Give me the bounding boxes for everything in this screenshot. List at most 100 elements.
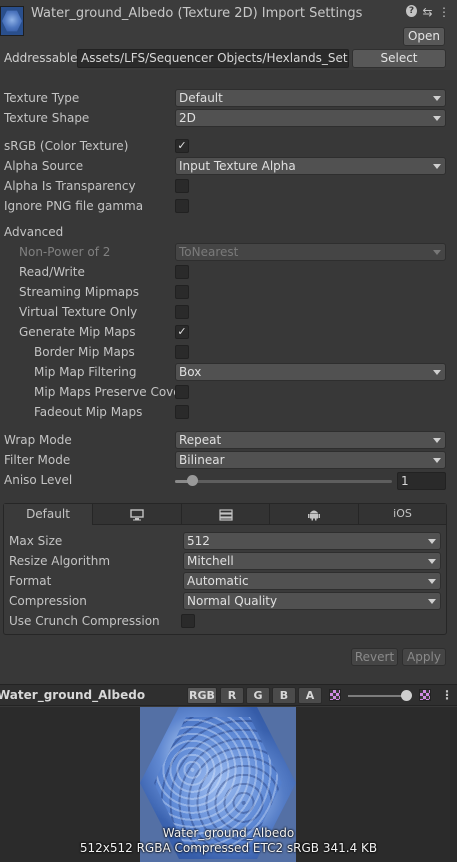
- tab-standalone[interactable]: [93, 504, 182, 525]
- chevron-down-icon: [428, 539, 436, 544]
- alpha-is-transparency-label: Alpha Is Transparency: [4, 179, 136, 193]
- wrap-mode-dropdown[interactable]: Repeat: [175, 431, 446, 449]
- use-crunch-row: Use Crunch Compression: [4, 612, 446, 632]
- help-icon[interactable]: ?: [406, 5, 417, 17]
- chevron-down-icon: [428, 599, 436, 604]
- border-mip-maps-checkbox[interactable]: [175, 345, 189, 359]
- addressable-path-field[interactable]: Assets/LFS/Sequencer Objects/Hexlands_Se…: [77, 49, 349, 68]
- header-icons: ? ⇆ ⋮: [406, 5, 450, 19]
- tab-default[interactable]: Default: [4, 504, 93, 525]
- alpha-source-row: Alpha Source Input Texture Alpha: [0, 157, 457, 177]
- filter-mode-label: Filter Mode: [4, 453, 71, 467]
- inspector-title: Water_ground_Albedo (Texture 2D) Import …: [31, 6, 363, 21]
- revert-button[interactable]: Revert: [351, 648, 398, 666]
- read-write-label: Read/Write: [19, 265, 85, 279]
- aniso-level-slider[interactable]: [175, 480, 392, 483]
- streaming-mipmaps-row: Streaming Mipmaps: [0, 283, 457, 303]
- srgb-checkbox[interactable]: ✓: [175, 139, 189, 153]
- filter-mode-dropdown[interactable]: Bilinear: [175, 451, 446, 469]
- texture-type-dropdown[interactable]: Default: [175, 89, 446, 107]
- alpha-source-dropdown[interactable]: Input Texture Alpha: [175, 157, 446, 175]
- preset-sliders-icon[interactable]: ⇆: [422, 5, 433, 19]
- texture-shape-dropdown[interactable]: 2D: [175, 109, 446, 127]
- mip-map-filtering-row: Mip Map Filtering Box: [0, 363, 457, 383]
- texture-name-label: Water_ground_Albedo: [162, 826, 295, 840]
- server-icon: [218, 508, 233, 521]
- channel-rgb-button[interactable]: RGB: [187, 687, 217, 704]
- use-crunch-checkbox[interactable]: [181, 614, 195, 628]
- mip-maps-preserve-coverage-label: Mip Maps Preserve Cove: [34, 385, 181, 399]
- chevron-down-icon: [428, 559, 436, 564]
- texture-type-row: Texture Type Default: [0, 89, 457, 109]
- compression-dropdown[interactable]: Normal Quality: [183, 592, 441, 610]
- more-vertical-icon[interactable]: ⋮: [441, 688, 453, 702]
- fadeout-mip-maps-label: Fadeout Mip Maps: [34, 405, 143, 419]
- ignore-png-gamma-row: Ignore PNG file gamma: [0, 197, 457, 217]
- streaming-mipmaps-label: Streaming Mipmaps: [19, 285, 140, 299]
- tab-android[interactable]: [270, 504, 359, 525]
- mip-level-slider-thumb[interactable]: [401, 690, 412, 701]
- aniso-level-row: Aniso Level 1: [0, 471, 457, 491]
- chevron-down-icon: [433, 96, 441, 101]
- texture-shape-label: Texture Shape: [4, 111, 90, 125]
- aniso-level-field[interactable]: 1: [397, 472, 446, 490]
- select-button[interactable]: Select: [352, 49, 446, 68]
- mip-level-slider[interactable]: [348, 695, 408, 697]
- mip-small-icon: [329, 689, 341, 701]
- mip-map-filtering-label: Mip Map Filtering: [34, 365, 137, 379]
- android-icon: [308, 510, 320, 521]
- ignore-png-gamma-label: Ignore PNG file gamma: [4, 199, 144, 213]
- monitor-icon: [130, 508, 144, 520]
- non-power-of-2-label: Non-Power of 2: [19, 245, 111, 259]
- addressable-row: Addressable Assets/LFS/Sequencer Objects…: [0, 48, 457, 70]
- alpha-is-transparency-checkbox[interactable]: [175, 179, 189, 193]
- chevron-down-icon: [433, 458, 441, 463]
- more-vertical-icon[interactable]: ⋮: [438, 5, 450, 19]
- preview-title: Water_ground_Albedo: [0, 688, 146, 702]
- format-dropdown[interactable]: Automatic: [183, 572, 441, 590]
- advanced-foldout[interactable]: Advanced: [4, 225, 63, 239]
- srgb-row: sRGB (Color Texture) ✓: [0, 137, 457, 157]
- fadeout-mip-maps-row: Fadeout Mip Maps: [0, 403, 457, 423]
- format-row: Format Automatic: [4, 572, 446, 592]
- streaming-mipmaps-checkbox[interactable]: [175, 285, 189, 299]
- read-write-checkbox[interactable]: [175, 265, 189, 279]
- chevron-down-icon: [433, 370, 441, 375]
- mip-maps-preserve-coverage-row: Mip Maps Preserve Cove: [0, 383, 457, 403]
- platform-settings-panel: Default iOS Max Size 512 Resize Algorith…: [3, 503, 447, 635]
- fadeout-mip-maps-checkbox[interactable]: [175, 405, 189, 419]
- resize-algorithm-row: Resize Algorithm Mitchell: [4, 552, 446, 572]
- channel-g-button[interactable]: G: [246, 687, 270, 704]
- advanced-row: Advanced: [0, 223, 457, 243]
- ignore-png-gamma-checkbox[interactable]: [175, 199, 189, 213]
- non-power-of-2-row: Non-Power of 2 ToNearest: [0, 243, 457, 263]
- border-mip-maps-row: Border Mip Maps: [0, 343, 457, 363]
- max-size-dropdown[interactable]: 512: [183, 532, 441, 550]
- channel-r-button[interactable]: R: [220, 687, 244, 704]
- open-button[interactable]: Open: [403, 27, 445, 46]
- addressable-label[interactable]: Addressable: [4, 51, 77, 65]
- texture-info-label: 512x512 RGBA Compressed ETC2 sRGB 341.4 …: [79, 841, 378, 855]
- virtual-texture-only-checkbox[interactable]: [175, 305, 189, 319]
- resize-algorithm-dropdown[interactable]: Mitchell: [183, 552, 441, 570]
- channel-a-button[interactable]: A: [298, 687, 322, 704]
- platform-tabs: Default iOS: [4, 504, 446, 525]
- use-crunch-label: Use Crunch Compression: [9, 614, 160, 628]
- chevron-down-icon: [428, 579, 436, 584]
- channel-b-button[interactable]: B: [272, 687, 296, 704]
- generate-mip-maps-checkbox[interactable]: ✓: [175, 325, 189, 339]
- virtual-texture-only-label: Virtual Texture Only: [19, 305, 138, 319]
- texture-shape-row: Texture Shape 2D: [0, 109, 457, 129]
- apply-button[interactable]: Apply: [402, 648, 446, 666]
- mip-map-filtering-dropdown[interactable]: Box: [175, 363, 446, 381]
- wrap-mode-label: Wrap Mode: [4, 433, 72, 447]
- mip-maps-preserve-coverage-checkbox[interactable]: [175, 385, 189, 399]
- border-mip-maps-label: Border Mip Maps: [34, 345, 135, 359]
- aniso-level-slider-thumb[interactable]: [187, 475, 198, 486]
- tab-server[interactable]: [182, 504, 270, 525]
- preview-toolbar: Water_ground_Albedo RGB R G B A ⋮: [0, 684, 457, 706]
- resize-algorithm-label: Resize Algorithm: [9, 554, 111, 568]
- mip-large-icon: [419, 689, 431, 701]
- tab-ios[interactable]: iOS: [359, 504, 446, 525]
- texture-thumbnail: [0, 6, 24, 36]
